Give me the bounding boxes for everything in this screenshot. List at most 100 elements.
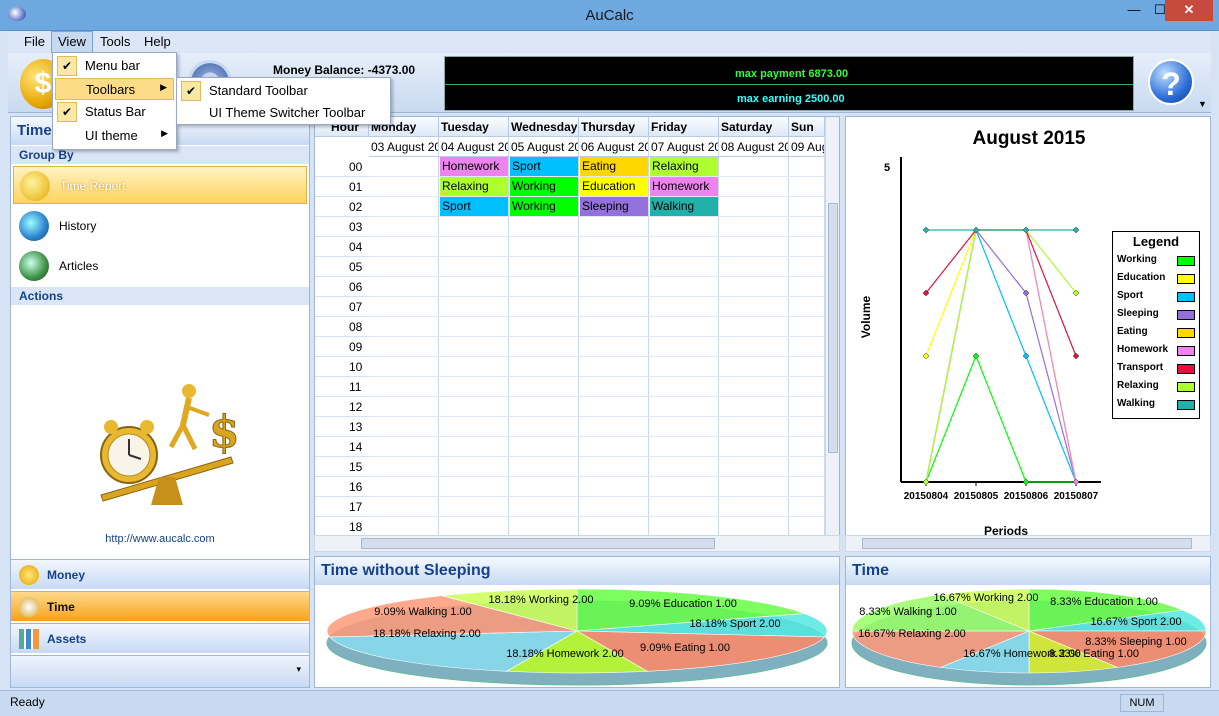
- articles-globe-icon: [19, 251, 49, 281]
- menu-view[interactable]: View: [51, 31, 93, 53]
- day-header: Sun: [789, 117, 825, 137]
- hour-row[interactable]: 03: [315, 217, 369, 237]
- hour-row[interactable]: 05: [315, 257, 369, 277]
- hour-row[interactable]: 02: [315, 197, 369, 217]
- scroll-thumb[interactable]: [862, 538, 1192, 549]
- legend-entry: Transport: [1117, 362, 1164, 373]
- schedule-event[interactable]: Education: [580, 177, 648, 196]
- schedule-event[interactable]: Homework: [650, 177, 718, 196]
- series-line: [925, 228, 1077, 483]
- status-bar: Ready NUM: [0, 690, 1219, 716]
- hour-row[interactable]: 01: [315, 177, 369, 197]
- pie-panel-time: Time 16.67% Working 2.00 8.33% Education …: [845, 556, 1211, 688]
- legend-entry: Walking: [1117, 398, 1155, 409]
- nav-articles[interactable]: Articles: [13, 247, 307, 285]
- menu-item-label: Toolbars: [86, 82, 136, 97]
- nav-time[interactable]: Time: [11, 591, 309, 621]
- menu-tools[interactable]: Tools: [94, 31, 136, 53]
- schedule-event[interactable]: Relaxing: [650, 157, 718, 176]
- data-point: [1072, 352, 1080, 360]
- help-button[interactable]: ?: [1148, 59, 1194, 105]
- menu-item-label: UI theme: [85, 128, 138, 143]
- grid-vertical-scrollbar[interactable]: [825, 117, 839, 537]
- close-button[interactable]: ✕: [1165, 0, 1213, 21]
- hour-row[interactable]: 13: [315, 417, 369, 437]
- series-line: [925, 354, 1076, 483]
- hour-label: 13: [349, 420, 363, 434]
- menu-item-theme-switcher-toolbar[interactable]: UI Theme Switcher Toolbar: [179, 102, 388, 124]
- status-text: Ready: [10, 695, 45, 709]
- chevron-down-icon[interactable]: ▼: [1198, 99, 1207, 109]
- nav-overflow[interactable]: ▾: [11, 655, 309, 687]
- time-report-icon: [20, 171, 50, 201]
- hour-row[interactable]: 15: [315, 457, 369, 477]
- pie-slice-label: 9.09% Walking 1.00: [374, 606, 471, 618]
- pie-panel-no-sleep: Time without Sleeping 18.18% Working 2.0…: [314, 556, 840, 688]
- chart-title: August 2015: [972, 128, 1086, 149]
- hour-row[interactable]: 11: [315, 377, 369, 397]
- x-tick-label: 20150804: [904, 491, 949, 502]
- grid-column-line: [508, 137, 509, 537]
- day-header: Saturday: [719, 117, 789, 137]
- gold-clock-balance-illustration: $: [100, 384, 240, 505]
- nav-money[interactable]: Money: [11, 559, 309, 589]
- pie-slice-label: 18.18% Relaxing 2.00: [373, 628, 481, 640]
- hour-row[interactable]: 04: [315, 237, 369, 257]
- menu-item-standard-toolbar[interactable]: ✔ Standard Toolbar: [179, 80, 388, 102]
- scroll-thumb[interactable]: [828, 203, 838, 453]
- legend-entry: Relaxing: [1117, 380, 1159, 391]
- website-link[interactable]: http://www.aucalc.com: [11, 533, 309, 545]
- hour-row[interactable]: 16: [315, 477, 369, 497]
- legend-title: Legend: [1132, 234, 1180, 249]
- schedule-event[interactable]: Homework: [440, 157, 508, 176]
- chart-horizontal-scrollbar[interactable]: [845, 535, 1211, 552]
- pie-slice-label: 8.33% Walking 1.00: [859, 606, 956, 618]
- legend-swatch: [1177, 310, 1195, 320]
- grid-horizontal-scrollbar[interactable]: [314, 535, 840, 552]
- menu-item-toolbars[interactable]: Toolbars ▶: [55, 78, 174, 100]
- grid-row-line: [369, 436, 829, 437]
- hour-row[interactable]: 07: [315, 297, 369, 317]
- menu-item-status-bar[interactable]: ✔ Status Bar: [55, 101, 174, 123]
- schedule-event[interactable]: Walking: [650, 197, 718, 216]
- nav-history[interactable]: History: [13, 207, 307, 245]
- hour-label: 18: [349, 520, 363, 534]
- hour-row[interactable]: 08: [315, 317, 369, 337]
- schedule-event[interactable]: Sport: [510, 157, 578, 176]
- scroll-thumb[interactable]: [361, 538, 715, 549]
- menu-file[interactable]: File: [18, 31, 51, 53]
- schedule-event[interactable]: Working: [510, 177, 578, 196]
- grid-row-line: [369, 376, 829, 377]
- hour-row[interactable]: 00: [315, 157, 369, 177]
- menu-item-ui-theme[interactable]: UI theme ▶: [55, 125, 174, 147]
- schedule-event[interactable]: Relaxing: [440, 177, 508, 196]
- hour-row[interactable]: 18: [315, 517, 369, 537]
- chevron-down-icon[interactable]: ▾: [296, 664, 301, 675]
- hour-label: 14: [349, 440, 363, 454]
- hour-row[interactable]: 12: [315, 397, 369, 417]
- pie-slice-label: 9.09% Education 1.00: [629, 598, 737, 610]
- schedule-event[interactable]: Eating: [580, 157, 648, 176]
- hour-row[interactable]: 09: [315, 337, 369, 357]
- actions-title: Actions: [11, 287, 309, 305]
- grid-row-line: [369, 316, 829, 317]
- nav-articles-label: Articles: [59, 259, 99, 273]
- hour-row[interactable]: 10: [315, 357, 369, 377]
- hour-row[interactable]: 17: [315, 497, 369, 517]
- schedule-event[interactable]: Sport: [440, 197, 508, 216]
- grid-row-line: [369, 296, 829, 297]
- schedule-event[interactable]: Working: [510, 197, 578, 216]
- hour-row[interactable]: 14: [315, 437, 369, 457]
- grid-row-line: [369, 236, 829, 237]
- series-line: [925, 229, 1077, 483]
- nav-time-report[interactable]: Time Report: [13, 166, 307, 204]
- pie-slice-label: 8.33% Education 1.00: [1050, 596, 1158, 608]
- hour-label: 03: [349, 220, 363, 234]
- menu-item-menu-bar[interactable]: ✔ Menu bar: [55, 55, 174, 77]
- pie-slice-label: 18.18% Sport 2.00: [689, 618, 780, 630]
- nav-assets[interactable]: Assets: [11, 623, 309, 653]
- schedule-event[interactable]: Sleeping: [580, 197, 648, 216]
- date-cell: 04 August 2015: [439, 137, 509, 157]
- menu-help[interactable]: Help: [138, 31, 177, 53]
- hour-row[interactable]: 06: [315, 277, 369, 297]
